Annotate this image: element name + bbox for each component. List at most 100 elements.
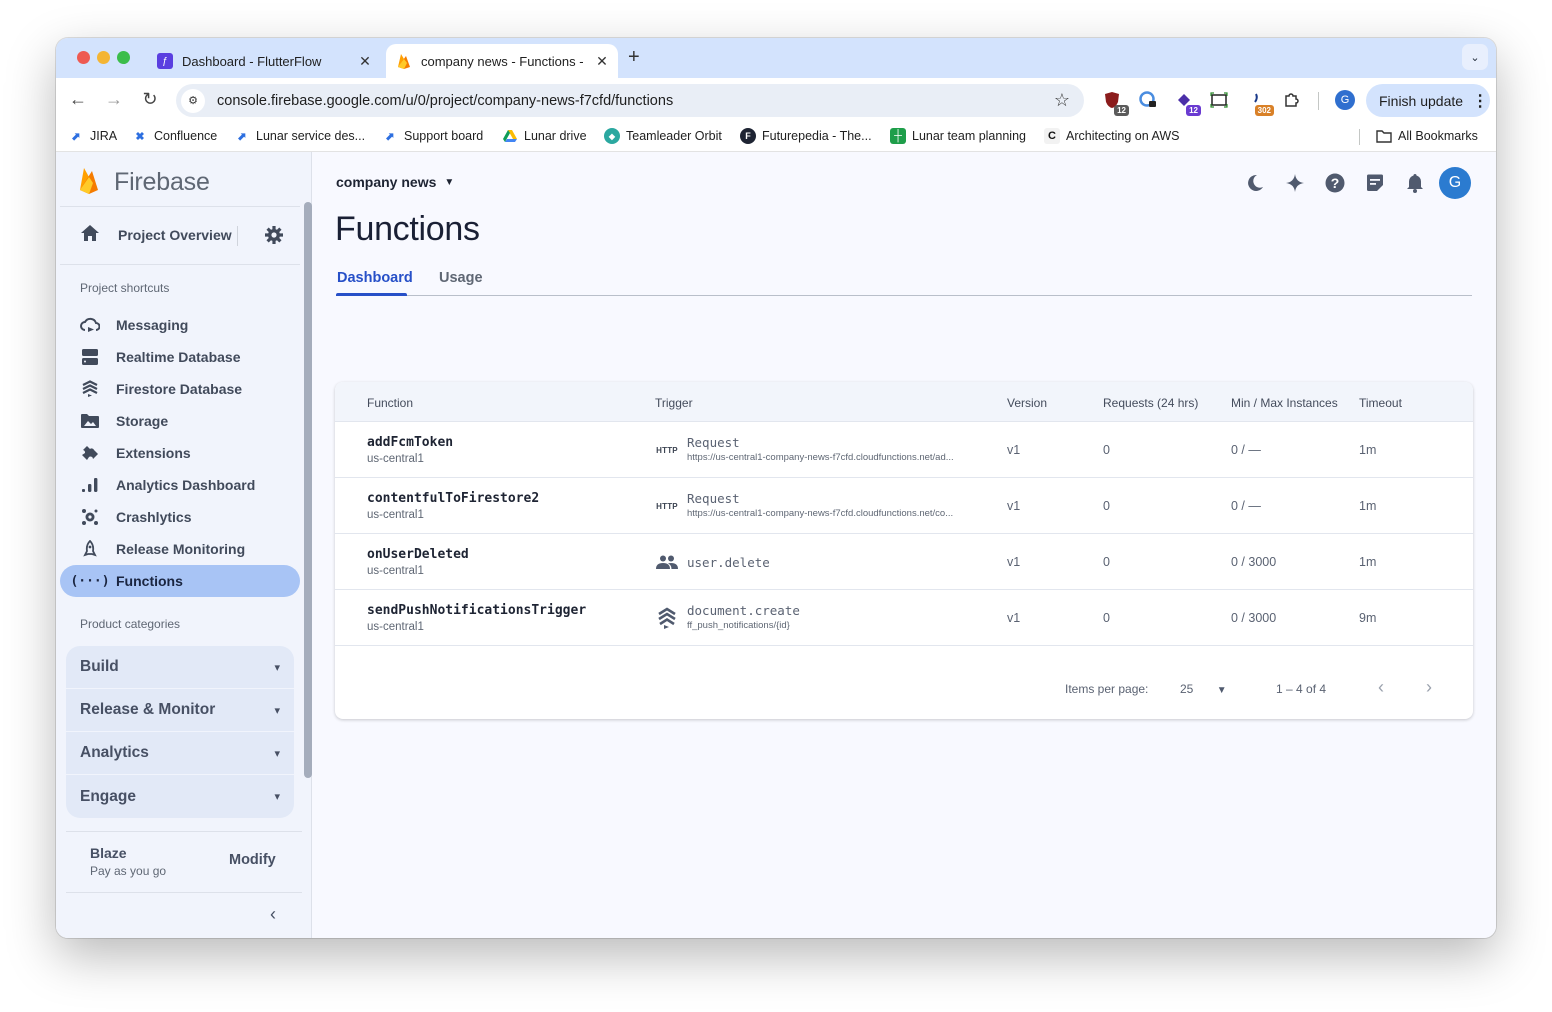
project-overview-link[interactable]: Project Overview (80, 220, 290, 250)
table-row[interactable]: contentfulToFirestore2 us-central1 HTTP … (335, 478, 1473, 534)
function-name[interactable]: contentfulToFirestore2 (367, 491, 539, 506)
sidebar-item-realtime-database[interactable]: Realtime Database (60, 341, 300, 373)
column-header-requests[interactable]: Requests (24 hrs) (1103, 396, 1198, 410)
bookmark-star-icon[interactable]: ☆ (1054, 90, 1070, 111)
sidebar-item-messaging[interactable]: Messaging (60, 309, 300, 341)
storage-icon (80, 411, 100, 431)
sidebar-item-extensions[interactable]: Extensions (60, 437, 300, 469)
analytics-icon (80, 475, 100, 495)
sidebar-item-storage[interactable]: Storage (60, 405, 300, 437)
category-analytics[interactable]: Analytics ▾ (66, 732, 294, 775)
user-avatar[interactable]: G (1439, 167, 1471, 199)
feedback-icon[interactable] (1355, 166, 1395, 200)
column-header-trigger[interactable]: Trigger (655, 396, 693, 410)
maximize-window-button[interactable] (117, 51, 130, 64)
sidebar-item-release-monitoring[interactable]: Release Monitoring (60, 533, 300, 565)
trigger-type-label: HTTP (656, 445, 678, 455)
sidebar-item-firestore-database[interactable]: Firestore Database (60, 373, 300, 405)
sidebar-item-label: Messaging (116, 317, 189, 333)
forward-arrow-icon[interactable]: → (103, 89, 125, 110)
table-row[interactable]: addFcmToken us-central1 HTTP Request htt… (335, 422, 1473, 478)
items-per-page-select[interactable]: 25 ▼ (1180, 682, 1227, 696)
finish-update-button[interactable]: Finish update ⋮ (1366, 84, 1490, 117)
browser-profile-avatar[interactable]: G (1335, 90, 1355, 110)
sidebar-item-analytics-dashboard[interactable]: Analytics Dashboard (60, 469, 300, 501)
category-build[interactable]: Build ▾ (66, 646, 294, 689)
screenshot-frame-icon[interactable] (1209, 90, 1229, 110)
function-requests: 0 (1103, 555, 1110, 569)
browser-tab-flutterflow[interactable]: ƒ Dashboard - FlutterFlow ✕ (151, 44, 381, 78)
close-tab-icon[interactable]: ✕ (355, 53, 375, 70)
function-name[interactable]: sendPushNotificationsTrigger (367, 603, 586, 618)
url-text[interactable]: console.firebase.google.com/u/0/project/… (217, 93, 1054, 109)
all-bookmarks-button[interactable]: All Bookmarks (1376, 128, 1478, 144)
category-label: Build (80, 658, 119, 675)
project-selector[interactable]: company news ▼ (336, 174, 454, 190)
notifications-bell-icon[interactable] (1395, 166, 1435, 200)
bookmark-jira[interactable]: ⬈ JIRA (68, 128, 117, 144)
category-release-monitor[interactable]: Release & Monitor ▾ (66, 689, 294, 732)
extensions-puzzle-icon[interactable] (1281, 90, 1301, 110)
dark-mode-moon-icon[interactable] (1235, 166, 1275, 200)
bookmark-lunar-drive[interactable]: Lunar drive (502, 128, 587, 144)
bookmark-label: Support board (404, 129, 484, 143)
function-name[interactable]: addFcmToken (367, 435, 453, 450)
next-page-icon[interactable]: › (1426, 677, 1432, 698)
bookmark-label: Futurepedia - The... (762, 129, 872, 143)
sidebar-item-crashlytics[interactable]: Crashlytics (60, 501, 300, 533)
trigger-url[interactable]: https://us-central1-company-news-f7cfd.c… (687, 452, 954, 463)
function-version: v1 (1007, 499, 1021, 513)
column-header-version[interactable]: Version (1007, 396, 1047, 410)
bookmark-teamleader-orbit[interactable]: ◆ Teamleader Orbit (604, 128, 722, 144)
ublock-shield-icon[interactable]: 12 (1102, 90, 1129, 116)
collapse-sidebar-icon[interactable]: ‹ (270, 904, 276, 925)
previous-page-icon[interactable]: ‹ (1378, 677, 1384, 698)
sidebar-scrollbar[interactable] (304, 202, 312, 778)
column-header-timeout[interactable]: Timeout (1359, 396, 1402, 410)
close-window-button[interactable] (77, 51, 90, 64)
sidebar-item-functions[interactable]: (···) Functions (60, 565, 300, 597)
trigger-event: document.create (687, 603, 800, 618)
site-settings-icon[interactable]: ⚙ (181, 88, 205, 113)
table-row[interactable]: onUserDeleted us-central1 user.delete v1… (335, 534, 1473, 590)
bookmark-futurepedia[interactable]: F Futurepedia - The... (740, 128, 872, 144)
crashlytics-icon (80, 507, 100, 527)
tab-dashboard[interactable]: Dashboard (337, 270, 413, 286)
modify-plan-button[interactable]: Modify (229, 852, 276, 868)
sheets-icon: ┼ (890, 128, 906, 144)
address-bar[interactable]: ⚙ console.firebase.google.com/u/0/projec… (176, 84, 1084, 117)
function-region: us-central1 (367, 509, 424, 521)
reload-icon[interactable]: ↻ (139, 89, 161, 110)
trigger-url[interactable]: https://us-central1-company-news-f7cfd.c… (687, 508, 953, 519)
column-header-function[interactable]: Function (367, 396, 413, 410)
tab-usage[interactable]: Usage (439, 270, 483, 286)
bookmark-confluence[interactable]: ✖ Confluence (132, 128, 217, 144)
back-arrow-icon[interactable]: ← (67, 89, 89, 110)
bookmark-architecting-on-aws[interactable]: C Architecting on AWS (1044, 128, 1179, 144)
settings-gear-icon[interactable] (264, 225, 284, 250)
firebase-logo[interactable]: Firebase (78, 166, 210, 199)
category-label: Analytics (80, 744, 149, 761)
bookmark-label: Teamleader Orbit (626, 129, 722, 143)
category-engage[interactable]: Engage ▾ (66, 775, 294, 818)
password-lock-icon[interactable] (1138, 90, 1158, 110)
gemini-sparkle-icon[interactable] (1275, 166, 1315, 200)
function-name[interactable]: onUserDeleted (367, 547, 469, 562)
bookmark-support-board[interactable]: ⬈ Support board (382, 128, 483, 144)
bookmark-label: Lunar service des... (256, 129, 366, 143)
function-requests: 0 (1103, 611, 1110, 625)
column-header-instances[interactable]: Min / Max Instances (1231, 396, 1338, 410)
tab-search-chevron-icon[interactable]: ⌄ (1462, 44, 1488, 70)
function-requests: 0 (1103, 499, 1110, 513)
bookmark-label: Lunar team planning (912, 129, 1026, 143)
table-row[interactable]: sendPushNotificationsTrigger us-central1… (335, 590, 1473, 646)
bookmark-lunar-service-desk[interactable]: ⬈ Lunar service des... (234, 128, 365, 144)
minimize-window-button[interactable] (97, 51, 110, 64)
bookmark-lunar-team-planning[interactable]: ┼ Lunar team planning (890, 128, 1026, 144)
purple-ext-icon[interactable]: 12 (1174, 90, 1201, 116)
new-tab-button[interactable]: + (628, 46, 640, 69)
close-tab-icon[interactable]: ✕ (592, 53, 612, 70)
orange-ext-icon[interactable]: 302 (1245, 90, 1274, 116)
browser-tab-firebase[interactable]: company news - Functions - ✕ (386, 44, 618, 78)
help-icon[interactable]: ? (1315, 166, 1355, 200)
